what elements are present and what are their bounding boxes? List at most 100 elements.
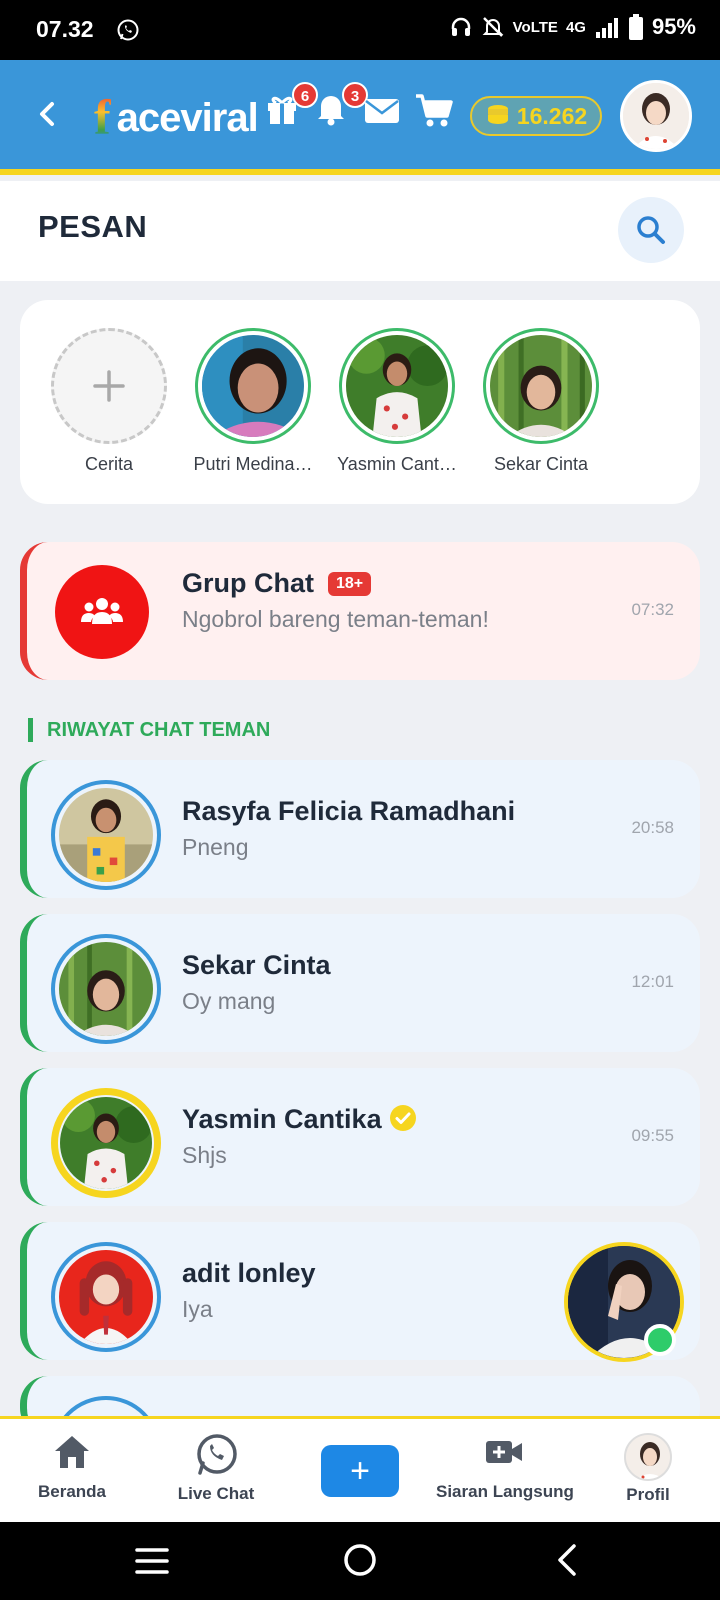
page-title: PESAN	[38, 209, 148, 244]
last-message: Pneng	[182, 834, 249, 860]
logo-text: aceviral	[116, 96, 259, 140]
story-item[interactable]: Putri Medina…	[185, 328, 321, 475]
profile-photo	[623, 83, 689, 149]
add-story-circle[interactable]	[51, 328, 167, 444]
coin-balance[interactable]: 16.262	[470, 96, 602, 136]
headphones-icon	[451, 17, 470, 36]
story-label: Cerita	[84, 454, 133, 474]
contact-name: Sekar Cinta	[182, 950, 331, 980]
contact-photo	[59, 1250, 153, 1344]
page-title-bar: PESAN	[0, 181, 720, 281]
section-heading: RIWAYAT CHAT TEMAN	[28, 718, 270, 742]
coin-amount: 16.262	[516, 102, 588, 129]
story-avatar	[490, 335, 592, 437]
bottom-navigation: Beranda Live Chat + Siaran Langsung Prof…	[0, 1416, 720, 1522]
contact-name: Yasmin Cantika	[182, 1104, 382, 1134]
nav-home[interactable]: Beranda	[36, 1433, 108, 1502]
message-time: 09:55	[631, 1126, 674, 1145]
story-item[interactable]: Yasmin Cant…	[329, 328, 465, 475]
chat-avatar	[51, 1242, 161, 1352]
battery-icon	[628, 14, 643, 40]
message-time: 20:58	[631, 818, 674, 837]
nav-profile-avatar	[624, 1433, 672, 1481]
contact-photo	[59, 788, 153, 882]
search-icon	[637, 216, 665, 244]
mute-bell-icon	[482, 17, 504, 37]
status-bar: 07.32 VoLTE 4G 95%	[0, 0, 720, 60]
profile-avatar[interactable]	[620, 80, 692, 152]
profile-photo	[626, 1435, 670, 1479]
cart-icon[interactable]	[414, 90, 454, 130]
coin-stack-icon	[487, 105, 508, 124]
nav-label: Siaran Langsung	[436, 1482, 574, 1501]
recent-apps-icon[interactable]	[134, 1544, 170, 1578]
chat-row[interactable]: Yasmin Cantika Shjs 09:55	[20, 1068, 700, 1206]
system-back-icon[interactable]	[552, 1542, 582, 1578]
nav-live-broadcast[interactable]: Siaran Langsung	[436, 1433, 574, 1502]
home-circle-icon[interactable]	[342, 1542, 378, 1578]
battery-level: 95%	[651, 14, 696, 39]
story-ring[interactable]	[195, 328, 311, 444]
plus-icon	[93, 370, 125, 402]
message-time: 12:01	[631, 972, 674, 991]
status-time: 07.32	[36, 16, 94, 42]
story-item[interactable]: Sekar Cinta	[473, 328, 609, 475]
story-avatar	[346, 335, 448, 437]
whatsapp-chat-icon	[197, 1434, 237, 1475]
last-message: Iya	[182, 1296, 213, 1322]
app-header: f aceviral 6 3 16.262	[0, 60, 720, 175]
logo-f-mark: f	[94, 89, 111, 145]
nav-label: Profil	[626, 1485, 670, 1504]
group-chat-time: 07:32	[631, 600, 674, 619]
system-navigation-bar	[0, 1522, 720, 1600]
last-message: Shjs	[182, 1142, 227, 1168]
chat-row[interactable]: Sekar Cinta Oy mang 12:01	[20, 914, 700, 1052]
contact-name: Rasyfa Felicia Ramadhani	[182, 796, 516, 826]
plus-icon: +	[350, 1452, 370, 1490]
gift-button[interactable]: 6	[264, 82, 318, 130]
contact-photo	[59, 942, 153, 1036]
back-arrow-icon[interactable]	[30, 94, 66, 134]
verified-badge-icon	[389, 1105, 416, 1131]
story-label: Sekar Cinta	[493, 454, 589, 474]
story-ring[interactable]	[339, 328, 455, 444]
online-status-dot	[644, 1324, 676, 1356]
group-chat-card[interactable]: Grup Chat 18+ Ngobrol bareng teman-teman!…	[20, 542, 700, 680]
notifications-button[interactable]: 3	[314, 82, 368, 130]
mail-icon[interactable]	[362, 90, 402, 130]
chat-row[interactable]: Rasyfa Felicia Ramadhani Pneng 20:58	[20, 760, 700, 898]
chat-avatar	[51, 780, 161, 890]
search-button[interactable]	[618, 197, 684, 263]
group-chat-name: Grup Chat	[182, 568, 314, 598]
story-label: Yasmin Cant…	[337, 454, 457, 474]
contact-name-row: Yasmin Cantika	[182, 1104, 416, 1135]
story-ring[interactable]	[483, 328, 599, 444]
contact-photo	[60, 1097, 152, 1189]
nav-label: Beranda	[37, 1482, 107, 1501]
nav-label: Live Chat	[177, 1484, 255, 1503]
group-avatar	[55, 565, 149, 659]
group-chat-title: Grup Chat 18+	[182, 568, 372, 599]
story-add[interactable]: Cerita	[41, 328, 177, 475]
contact-name: adit lonley	[182, 1258, 316, 1288]
nav-live-chat[interactable]: Live Chat	[170, 1433, 262, 1504]
nav-profile[interactable]: Profil	[618, 1433, 678, 1505]
create-post-button[interactable]: +	[321, 1445, 399, 1497]
home-icon	[55, 1436, 89, 1468]
video-camera-icon	[486, 1441, 522, 1463]
status-indicators: VoLTE 4G 95%	[449, 14, 696, 40]
network-type: 4G	[565, 18, 586, 36]
last-message: Oy mang	[182, 988, 276, 1014]
stories-row: Cerita Putri Medina… Yasmin Cant… Sekar …	[20, 300, 700, 504]
signal-icon	[595, 18, 618, 38]
app-logo[interactable]: f aceviral	[94, 86, 259, 145]
volte-indicator: VoLTE	[512, 18, 558, 36]
chat-avatar	[51, 1088, 161, 1198]
whatsapp-notification-icon	[117, 19, 139, 41]
chat-avatar	[51, 934, 161, 1044]
story-label: Putri Medina…	[193, 454, 313, 474]
age-restriction-badge: 18+	[328, 572, 372, 596]
group-chat-message: Ngobrol bareng teman-teman!	[182, 606, 489, 632]
story-avatar	[202, 335, 304, 437]
users-group-icon	[81, 598, 123, 624]
